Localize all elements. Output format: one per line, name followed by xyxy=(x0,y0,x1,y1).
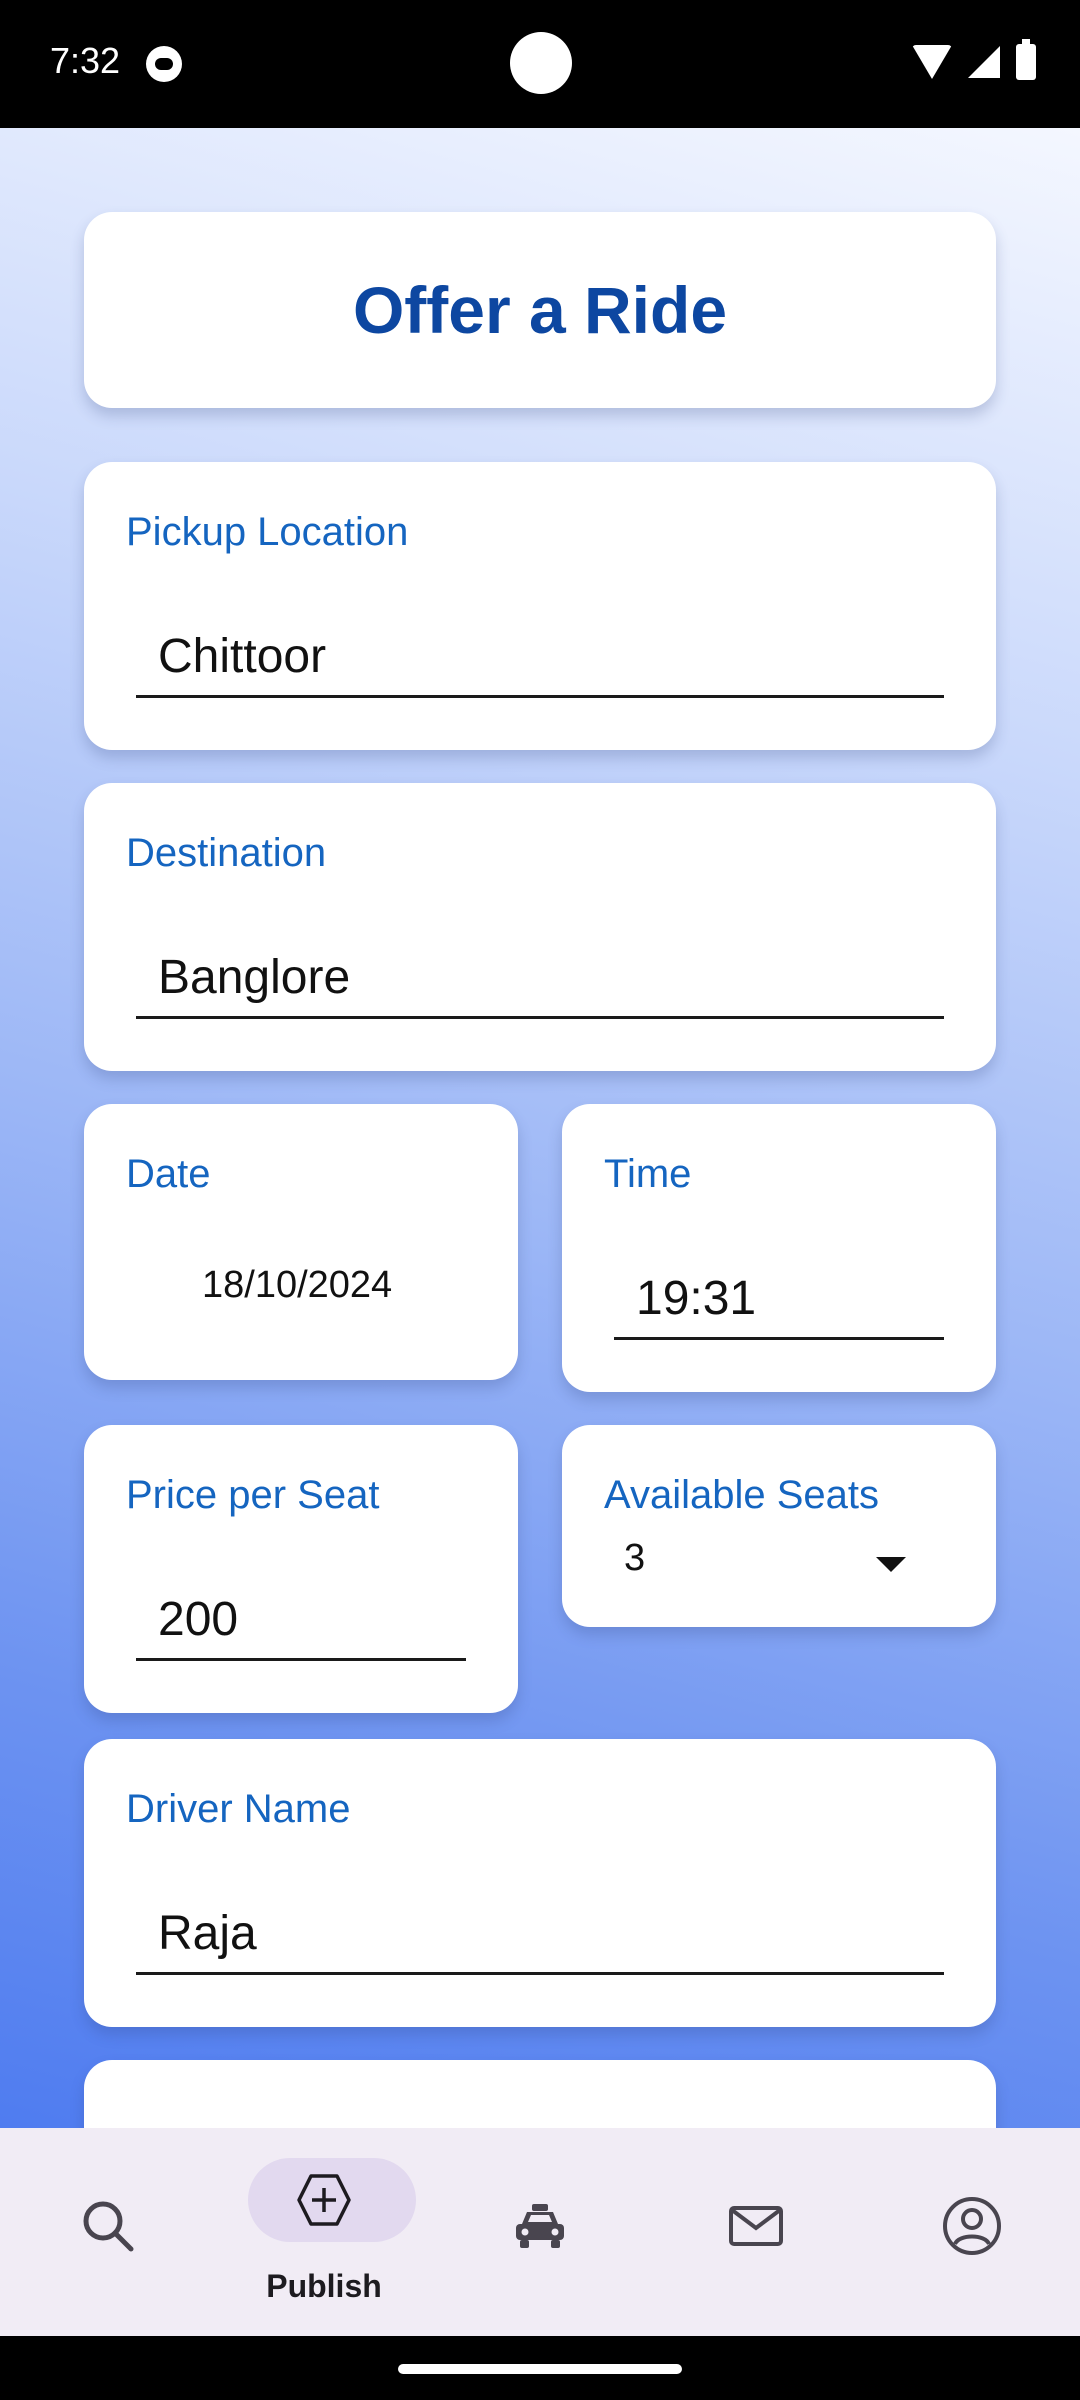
pickup-input[interactable]: Chittoor xyxy=(136,616,944,698)
account-icon xyxy=(943,2197,1001,2255)
date-value[interactable]: 18/10/2024 xyxy=(202,1264,392,1307)
pickup-label: Pickup Location xyxy=(126,510,409,554)
date-label: Date xyxy=(126,1152,211,1196)
status-time: 7:32 xyxy=(50,40,121,81)
next-card-partial xyxy=(84,2060,996,2128)
camera-cutout xyxy=(510,32,572,94)
offer-ride-screen: Offer a Ride Pickup Location Chittoor De… xyxy=(0,128,1080,2128)
nav-publish[interactable]: Publish xyxy=(216,2128,432,2336)
driver-input[interactable]: Raja xyxy=(136,1893,944,1975)
bottom-navigation: Publish xyxy=(0,2128,1080,2336)
car-icon xyxy=(516,2204,564,2248)
mail-icon xyxy=(729,2206,783,2246)
nav-rides[interactable] xyxy=(432,2128,648,2336)
price-input[interactable]: 200 xyxy=(136,1579,466,1661)
destination-label: Destination xyxy=(126,831,327,875)
chevron-down-icon[interactable] xyxy=(876,1557,906,1572)
search-icon xyxy=(83,2201,134,2252)
time-label: Time xyxy=(604,1152,692,1196)
time-card: Time 19:31 xyxy=(562,1104,996,1392)
gesture-bar xyxy=(0,2336,1080,2400)
date-card[interactable]: Date 18/10/2024 xyxy=(84,1104,518,1380)
publish-label: Publish xyxy=(266,2268,382,2304)
destination-card: Destination Banglore xyxy=(84,783,996,1071)
title-card: Offer a Ride xyxy=(84,212,996,408)
nav-profile[interactable] xyxy=(864,2128,1080,2336)
nav-search[interactable] xyxy=(0,2128,216,2336)
seats-card[interactable]: Available Seats 3 xyxy=(562,1425,996,1627)
add-icon xyxy=(297,2174,351,2226)
page-title: Offer a Ride xyxy=(352,273,728,347)
seats-label: Available Seats xyxy=(604,1473,879,1517)
driver-label: Driver Name xyxy=(126,1787,351,1831)
nav-messages[interactable] xyxy=(648,2128,864,2336)
seats-select[interactable]: 3 xyxy=(624,1537,645,1580)
time-input[interactable]: 19:31 xyxy=(614,1258,944,1340)
price-card: Price per Seat 200 xyxy=(84,1425,518,1713)
status-bar: 7:32 xyxy=(0,0,1080,128)
system-icons xyxy=(912,39,1036,80)
notification-cat-icon xyxy=(146,46,182,82)
wifi-icon xyxy=(912,45,952,79)
pickup-card: Pickup Location Chittoor xyxy=(84,462,996,750)
price-label: Price per Seat xyxy=(126,1473,380,1517)
driver-card: Driver Name Raja xyxy=(84,1739,996,2027)
destination-input[interactable]: Banglore xyxy=(136,937,944,1019)
home-handle[interactable] xyxy=(398,2364,682,2374)
signal-icon xyxy=(968,46,1000,78)
battery-icon xyxy=(1016,39,1036,80)
